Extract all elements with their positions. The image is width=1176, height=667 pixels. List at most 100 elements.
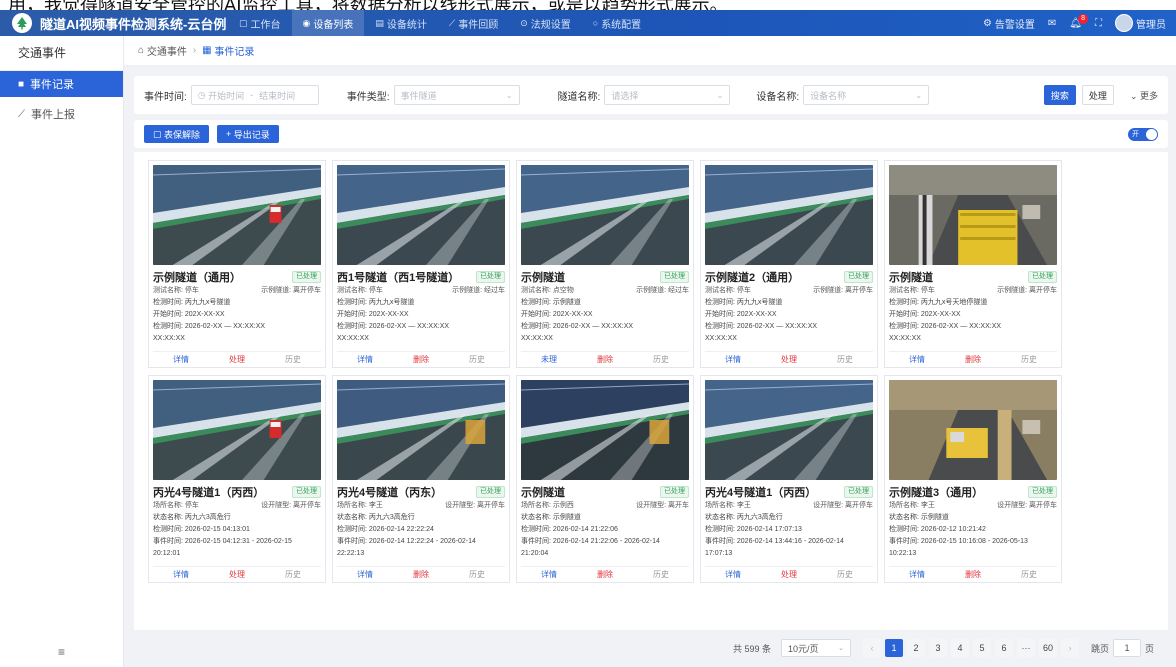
card-action-2[interactable]: 历史	[837, 569, 853, 580]
card-row: 检测时间: 2026-02-12 10:21:42	[889, 526, 986, 533]
event-card[interactable]: 丙光4号隧道1（丙西） 已处理 场所名称: 李王 设开隧型: 离开停车 状态名称: 丙九…	[700, 375, 878, 583]
tunnel-select[interactable]: 请选择 ⌄	[604, 85, 731, 105]
page-button[interactable]: 60	[1038, 639, 1057, 657]
event-snapshot[interactable]	[521, 165, 689, 265]
type-placeholder: 事件隧道	[400, 90, 437, 101]
event-snapshot[interactable]	[521, 380, 689, 480]
nav-event-review[interactable]: ⟋ 事件回顾	[438, 10, 509, 36]
card-action-0[interactable]: 详情	[909, 354, 925, 365]
alarm-settings-button[interactable]: ⚙ 告警设置	[983, 16, 1035, 31]
card-action-1[interactable]: 处理	[229, 354, 245, 365]
time-range-picker[interactable]: ◷ 开始时间 - 结束时间	[190, 85, 319, 105]
export-button[interactable]: + 导出记录	[217, 125, 279, 143]
page-button[interactable]: 2	[906, 639, 925, 657]
more-toggle[interactable]: ⌄ 更多	[1130, 89, 1158, 102]
nav-device-list[interactable]: ◉ 设备列表	[291, 10, 365, 36]
card-action-0[interactable]: 详情	[909, 569, 925, 580]
event-card[interactable]: 示例隧道3（通用） 已处理 场所名称: 李王 设开隧型: 离开停车 状态名称: 示例隧道…	[884, 375, 1062, 583]
nav-rules[interactable]: ⊙ 法规设置	[509, 10, 582, 36]
card-action-1[interactable]: 删除	[597, 569, 613, 580]
card-action-1[interactable]: 删除	[597, 354, 613, 365]
page-button[interactable]: 3	[928, 639, 947, 657]
event-card[interactable]: 西1号隧道（西1号隧道） 已处理 测试名称: 停车 示例隧道: 经过车 检测时间: 丙九…	[332, 160, 510, 368]
event-card[interactable]: 示例隧道 已处理 测试名称: 停车 示例隧道: 离开停车 检测时间: 丙九九x号天地停隧…	[884, 160, 1062, 368]
nav-label: 工作台	[250, 19, 281, 31]
event-card[interactable]: 示例隧道 已处理 测试名称: 点空物 示例隧道: 经过车 检测时间: 示例隧道 开始时间:…	[516, 160, 694, 368]
card-action-0[interactable]: 详情	[173, 569, 189, 580]
nav-config[interactable]: ○ 系统配置	[582, 10, 652, 36]
card-action-2[interactable]: 历史	[469, 569, 485, 580]
sidebar-item-event-records[interactable]: ■ 事件记录	[0, 71, 123, 97]
card-action-1[interactable]: 处理	[229, 569, 245, 580]
logo[interactable]: 隧道AI视频事件检测系统-云台例	[0, 13, 228, 33]
card-action-0[interactable]: 未理	[541, 354, 557, 365]
event-card[interactable]: 示例隧道2（通用） 已处理 测试名称: 停车 示例隧道: 离开停车 检测时间: 丙九九x…	[700, 160, 878, 368]
card-action-1[interactable]: 删除	[965, 569, 981, 580]
device-select[interactable]: 设备名称 ⌄	[803, 85, 930, 105]
event-snapshot[interactable]	[153, 380, 321, 480]
card-row: 检测时间: 丙九九x号隧道	[337, 299, 415, 306]
fullscreen-button[interactable]: ⛶	[1095, 18, 1102, 29]
card-action-2[interactable]: 历史	[653, 354, 669, 365]
event-card[interactable]: 示例隧道 已处理 场所名称: 示例西 设开隧型: 离开车 状态名称: 示例隧道 检测时间:…	[516, 375, 694, 583]
card-action-0[interactable]: 详情	[357, 354, 373, 365]
next-page-button[interactable]: ›	[1060, 639, 1079, 657]
notification-button[interactable]: 🔔︎ 8	[1069, 13, 1088, 29]
card-action-0[interactable]: 详情	[725, 569, 741, 580]
card-action-2[interactable]: 历史	[285, 354, 301, 365]
page-button[interactable]: 1	[884, 639, 903, 657]
card-action-0[interactable]: 详情	[173, 354, 189, 365]
card-action-2[interactable]: 历史	[653, 569, 669, 580]
card-action-1[interactable]: 处理	[781, 354, 797, 365]
view-toggle[interactable]: 开	[1128, 127, 1158, 141]
card-action-2[interactable]: 历史	[1021, 569, 1037, 580]
prev-page-button[interactable]: ‹	[862, 639, 881, 657]
card-row: 事件时间: 2026-02-14 12:22:24 - 2026-02-14	[337, 538, 476, 545]
event-snapshot[interactable]	[705, 165, 873, 265]
event-type-select[interactable]: 事件隧道 ⌄	[393, 85, 520, 105]
event-snapshot[interactable]	[889, 165, 1057, 265]
card-action-1[interactable]: 删除	[965, 354, 981, 365]
card-field: 场所名称: 李王	[337, 502, 383, 509]
square-icon: ▢	[153, 128, 165, 139]
event-card[interactable]: 丙光4号隧道1（丙西） 已处理 场所名称: 停车 设开隧型: 离开停车 状态名称: 丙九…	[148, 375, 326, 583]
page-button[interactable]: 5	[972, 639, 991, 657]
event-snapshot[interactable]	[889, 380, 1057, 480]
page-size-select[interactable]: 10元/页 ⌄	[780, 639, 851, 657]
card-action-0[interactable]: 详情	[725, 354, 741, 365]
event-snapshot[interactable]	[337, 165, 505, 265]
card-action-1[interactable]: 删除	[413, 569, 429, 580]
event-card[interactable]: 示例隧道（通用） 已处理 测试名称: 停车 示例隧道: 离开停车 检测时间: 丙九九x号…	[148, 160, 326, 368]
type-label: 事件类型:	[346, 91, 390, 103]
unbind-button[interactable]: ▢ 表保解除	[144, 125, 210, 143]
process-button[interactable]: 处理	[1081, 85, 1114, 105]
nav-workbench[interactable]: ▢ 工作台	[228, 10, 292, 36]
jump-input[interactable]: 1	[1112, 639, 1141, 657]
page-button[interactable]: 4	[950, 639, 969, 657]
mail-button[interactable]: ✉	[1048, 18, 1056, 29]
card-action-2[interactable]: 历史	[1021, 354, 1037, 365]
card-title: 示例隧道3（通用）	[889, 487, 984, 499]
event-snapshot[interactable]	[705, 380, 873, 480]
page-ellipsis[interactable]: ···	[1016, 639, 1035, 657]
header-actions: ⚙ 告警设置 ✉ 🔔︎ 8 ⛶ 管理员	[983, 13, 1176, 32]
card-action-2[interactable]: 历史	[285, 569, 301, 580]
nav-device-stats[interactable]: ▤ 设备统计	[364, 10, 438, 36]
card-action-2[interactable]: 历史	[837, 354, 853, 365]
page-button[interactable]: 6	[994, 639, 1013, 657]
gear-icon: ⚙	[982, 17, 992, 29]
card-action-0[interactable]: 详情	[541, 569, 557, 580]
card-action-0[interactable]: 详情	[357, 569, 373, 580]
sidebar-collapse-button[interactable]: ≡	[58, 645, 65, 659]
card-action-1[interactable]: 处理	[781, 569, 797, 580]
card-action-2[interactable]: 历史	[469, 354, 485, 365]
tunnel-label: 隧道名称:	[557, 91, 601, 103]
card-action-1[interactable]: 删除	[413, 354, 429, 365]
sidebar-item-event-report[interactable]: ⟋ 事件上报	[0, 101, 123, 127]
user-menu[interactable]: 管理员	[1115, 14, 1166, 32]
event-card[interactable]: 丙光4号隧道（丙东） 已处理 场所名称: 李王 设开隧型: 离开停车 状态名称: 丙九六…	[332, 375, 510, 583]
event-snapshot[interactable]	[337, 380, 505, 480]
breadcrumb-home[interactable]: 交通事件	[147, 43, 187, 58]
event-snapshot[interactable]	[153, 165, 321, 265]
search-button[interactable]: 搜索	[1043, 85, 1076, 105]
